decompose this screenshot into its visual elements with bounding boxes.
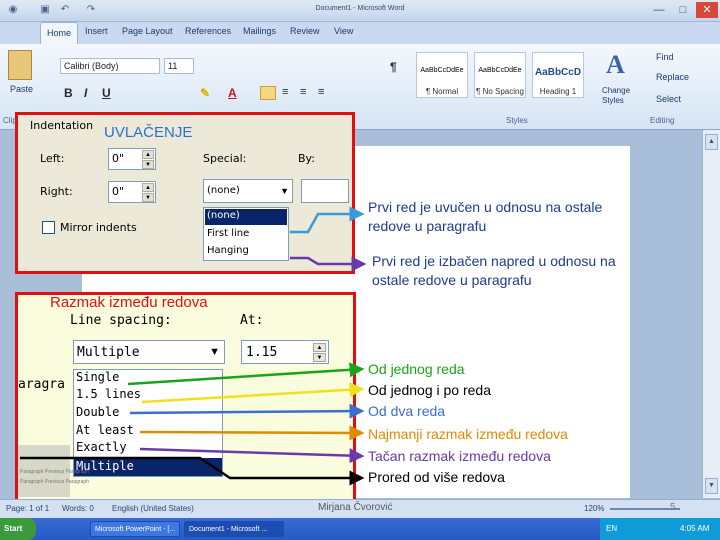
taskbar-powerpoint[interactable]: Microsoft PowerPoint - [... [90, 521, 180, 537]
taskbar: Microsoft PowerPoint - [... Document1 - … [0, 518, 720, 540]
arrow-exactly [139, 447, 365, 464]
system-tray: EN 4:05 AM [600, 518, 720, 540]
slide-number: 5 [670, 502, 676, 513]
author-footer: Mirjana Čvorović [318, 502, 393, 513]
arrow-at-least [139, 425, 365, 441]
arrow-double [129, 403, 365, 419]
clock: 4:05 AM [680, 524, 710, 533]
taskbar-word[interactable]: Document1 - Microsoft ... [184, 521, 284, 537]
arrow-first-line [290, 206, 365, 234]
start-button[interactable]: Start [0, 518, 36, 540]
arrow-single [127, 362, 365, 386]
word-count[interactable]: Words: 0 [62, 504, 94, 513]
zoom-level[interactable]: 120% [584, 504, 604, 513]
arrow-hanging [290, 256, 367, 272]
arrow-one-and-half [141, 382, 365, 404]
status-bar: Page: 1 of 1 Words: 0 English (United St… [0, 499, 720, 518]
language-indicator[interactable]: English (United States) [112, 504, 194, 513]
page-indicator[interactable]: Page: 1 of 1 [6, 504, 49, 513]
language-tray[interactable]: EN [606, 524, 617, 533]
arrow-multiple [20, 456, 365, 486]
annotation-arrows [20, 206, 367, 486]
